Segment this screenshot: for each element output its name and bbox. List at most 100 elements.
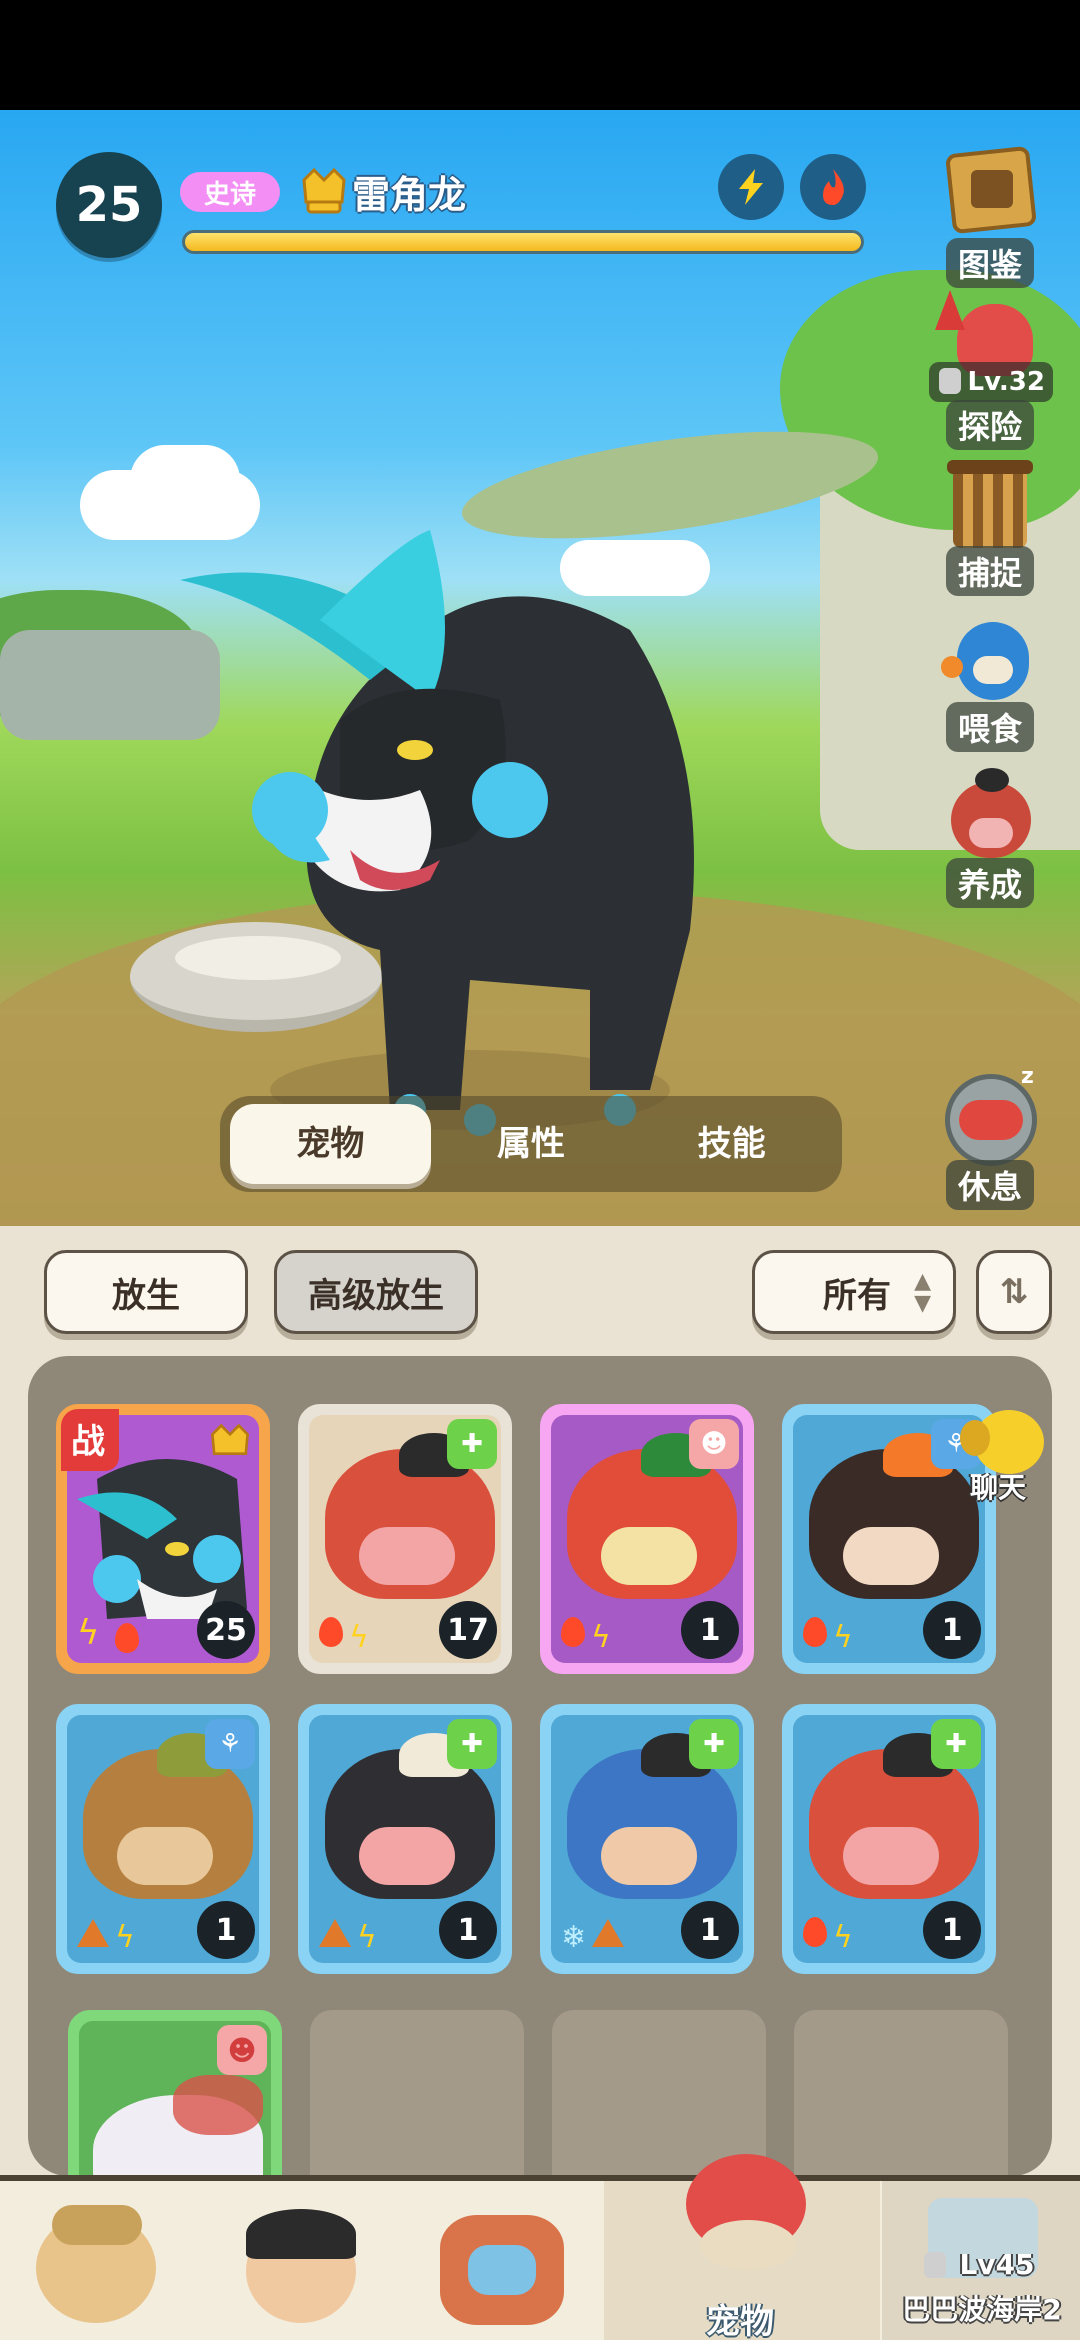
lightning-icon[interactable] xyxy=(718,154,784,220)
release-button[interactable]: 放生 xyxy=(44,1250,248,1334)
pet-elements: ϟ xyxy=(803,1917,859,1955)
lightning-icon: ϟ xyxy=(591,1620,611,1655)
pet-portrait-snout xyxy=(601,1827,697,1885)
tab-attributes[interactable]: 属性 xyxy=(431,1104,632,1184)
empty-slot xyxy=(794,2010,1008,2176)
pet-portrait-snout xyxy=(601,1527,697,1585)
nav-hero-button[interactable] xyxy=(220,2205,380,2335)
pet-level: 1 xyxy=(197,1901,255,1959)
explore-button[interactable]: Lv.32 探险 xyxy=(925,290,1055,450)
fire-icon xyxy=(561,1617,585,1647)
pet-portrait-snout xyxy=(359,1827,455,1885)
pet-portrait-snout xyxy=(843,1827,939,1885)
pet-level: 1 xyxy=(681,1601,739,1659)
pet-card[interactable]: ☻ ϟ 1 xyxy=(540,1404,754,1674)
explore-lock-level: Lv.32 xyxy=(929,362,1053,402)
pet-card-featured[interactable]: 战 ϟ 25 xyxy=(56,1404,270,1674)
exp-bar xyxy=(182,230,864,254)
beast-icon: ☻ xyxy=(689,1419,739,1469)
heal-icon: ✚ xyxy=(447,1719,497,1769)
exp-bar-fill xyxy=(185,233,861,251)
lightning-icon: ϟ xyxy=(77,1613,100,1653)
sort-order-button[interactable]: ⇅ xyxy=(976,1250,1052,1334)
lock-icon xyxy=(924,2252,946,2278)
feed-label: 喂食 xyxy=(945,702,1034,752)
pet-portrait-snout xyxy=(117,1827,213,1885)
nav-pets-label: 宠物 xyxy=(706,2302,774,2340)
tab-pets[interactable]: 宠物 xyxy=(230,1104,431,1184)
pet-card[interactable]: ✚ ϟ 1 xyxy=(782,1704,996,1974)
beast-icon: ☻ xyxy=(217,2025,267,2075)
lightning-icon: ϟ xyxy=(115,1920,135,1955)
pet-card[interactable]: ✚ ❄ 1 xyxy=(540,1704,754,1974)
cage-icon xyxy=(935,450,1045,560)
fire-icon xyxy=(803,1617,827,1647)
rank-crown-icon xyxy=(205,1419,255,1469)
battle-badge: 战 xyxy=(61,1409,119,1471)
advanced-release-button[interactable]: 高级放生 xyxy=(274,1250,478,1334)
pet-level-badge: 25 xyxy=(56,152,162,258)
nav-pets-button[interactable] xyxy=(676,2140,816,2280)
nav-pets-egg xyxy=(700,2220,796,2270)
heal-icon: ✚ xyxy=(931,1719,981,1769)
sort-order-icon: ⇅ xyxy=(999,1272,1029,1312)
cultivate-button[interactable]: 养成 xyxy=(925,762,1055,908)
pet-card[interactable]: ⚘ ϟ 1 xyxy=(56,1704,270,1974)
pet-portrait-snout xyxy=(843,1527,939,1585)
pet-grid: 战 ϟ 25 ✚ ϟ 17 ☻ ϟ 1 ⚘ ϟ 1 ⚘ ϟ 1 ✚ ϟ 1 ✚ ❄ 1 ✚ ϟ 1 ☻ xyxy=(28,1356,1052,2176)
red-wing xyxy=(173,2075,263,2135)
pet-level: 1 xyxy=(681,1901,739,1959)
earth-icon xyxy=(592,1919,625,1947)
pet-level: 17 xyxy=(439,1601,497,1659)
lightning-icon: ϟ xyxy=(349,1620,369,1655)
nav-tribe-hat xyxy=(52,2205,142,2245)
fire-icon[interactable] xyxy=(800,154,866,220)
feed-creature-icon xyxy=(935,606,1045,716)
pet-elements: ❄ xyxy=(561,1919,630,1955)
cultivate-boar-icon xyxy=(935,762,1045,872)
feed-button[interactable]: 喂食 xyxy=(925,606,1055,752)
pet-card[interactable]: ✚ ϟ 1 xyxy=(298,1704,512,1974)
lightning-icon: ϟ xyxy=(357,1920,377,1955)
pet-elements: ϟ xyxy=(803,1617,859,1655)
rank-crown-icon xyxy=(302,167,346,214)
chat-emoji-shadow xyxy=(960,1420,990,1456)
filter-dropdown[interactable]: 所有 ▲ ▼ xyxy=(752,1250,956,1334)
pet-elements: ϟ xyxy=(561,1617,617,1655)
pet-level: 25 xyxy=(197,1601,255,1659)
lightning-icon: ϟ xyxy=(833,1920,853,1955)
chat-button[interactable]: 聊天 xyxy=(960,1410,1074,1504)
nav-totem-button[interactable] xyxy=(420,2205,580,2335)
ice-icon: ❄ xyxy=(561,1920,587,1955)
pet-tabs: 宠物 属性 技能 xyxy=(220,1096,842,1192)
fire-icon xyxy=(115,1623,139,1653)
wind-icon: ⚘ xyxy=(205,1719,255,1769)
pet-elements: ϟ xyxy=(319,1919,383,1955)
pet-card-partial[interactable]: ☻ xyxy=(68,2010,282,2176)
explore-label: 探险 xyxy=(945,400,1034,450)
locked-area-name: 巴巴波海岸2 xyxy=(902,2293,1062,2326)
capture-button[interactable]: 捕捉 xyxy=(925,450,1055,596)
capture-label: 捕捉 xyxy=(945,546,1034,596)
rest-label: 休息 xyxy=(945,1160,1034,1210)
empty-slot xyxy=(310,2010,524,2176)
cloud xyxy=(130,445,240,515)
status-bar xyxy=(0,0,1080,110)
book-icon xyxy=(935,142,1045,252)
lock-icon xyxy=(939,368,961,394)
nav-tribe-button[interactable] xyxy=(16,2205,176,2335)
rest-button[interactable]: z 休息 xyxy=(925,1064,1055,1210)
pet-card[interactable]: ✚ ϟ 17 xyxy=(298,1404,512,1674)
pet-elements: ϟ xyxy=(77,1919,141,1955)
filter-value: 所有 xyxy=(823,1275,891,1316)
collection-label: 图鉴 xyxy=(945,238,1034,288)
pet-level: 1 xyxy=(923,1601,981,1659)
fire-icon xyxy=(319,1617,343,1647)
collection-button[interactable]: 图鉴 xyxy=(925,142,1055,288)
tab-skills[interactable]: 技能 xyxy=(631,1104,832,1184)
pet-name: 雷角龙 xyxy=(352,173,467,217)
pet-triceratops-model xyxy=(180,530,694,1136)
pet-level: 1 xyxy=(923,1901,981,1959)
locked-level: Lv45 xyxy=(884,2248,1080,2281)
nav-locked-area-button[interactable]: Lv45 巴巴波海岸2 xyxy=(884,2196,1080,2340)
